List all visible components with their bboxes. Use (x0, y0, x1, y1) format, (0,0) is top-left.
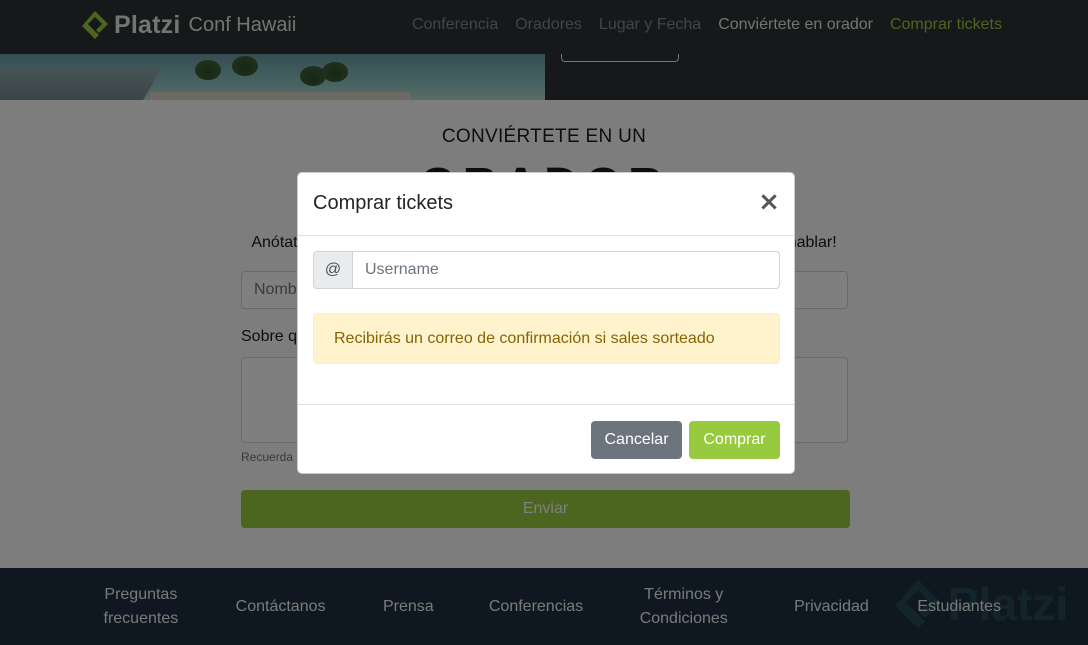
close-icon[interactable]: × (758, 189, 780, 215)
modal-footer: Cancelar Comprar (298, 404, 794, 474)
cancel-button[interactable]: Cancelar (591, 421, 682, 459)
username-input[interactable] (353, 251, 780, 289)
confirmation-alert: Recibirás un correo de confirmación si s… (313, 313, 780, 364)
username-input-group: @ (313, 251, 780, 289)
buy-button[interactable]: Comprar (689, 421, 780, 459)
buy-tickets-modal: Comprar tickets × @ Recibirás un correo … (297, 172, 795, 474)
at-symbol-prepend: @ (313, 251, 353, 289)
modal-title: Comprar tickets (313, 192, 454, 214)
modal-header: Comprar tickets × (298, 173, 794, 236)
